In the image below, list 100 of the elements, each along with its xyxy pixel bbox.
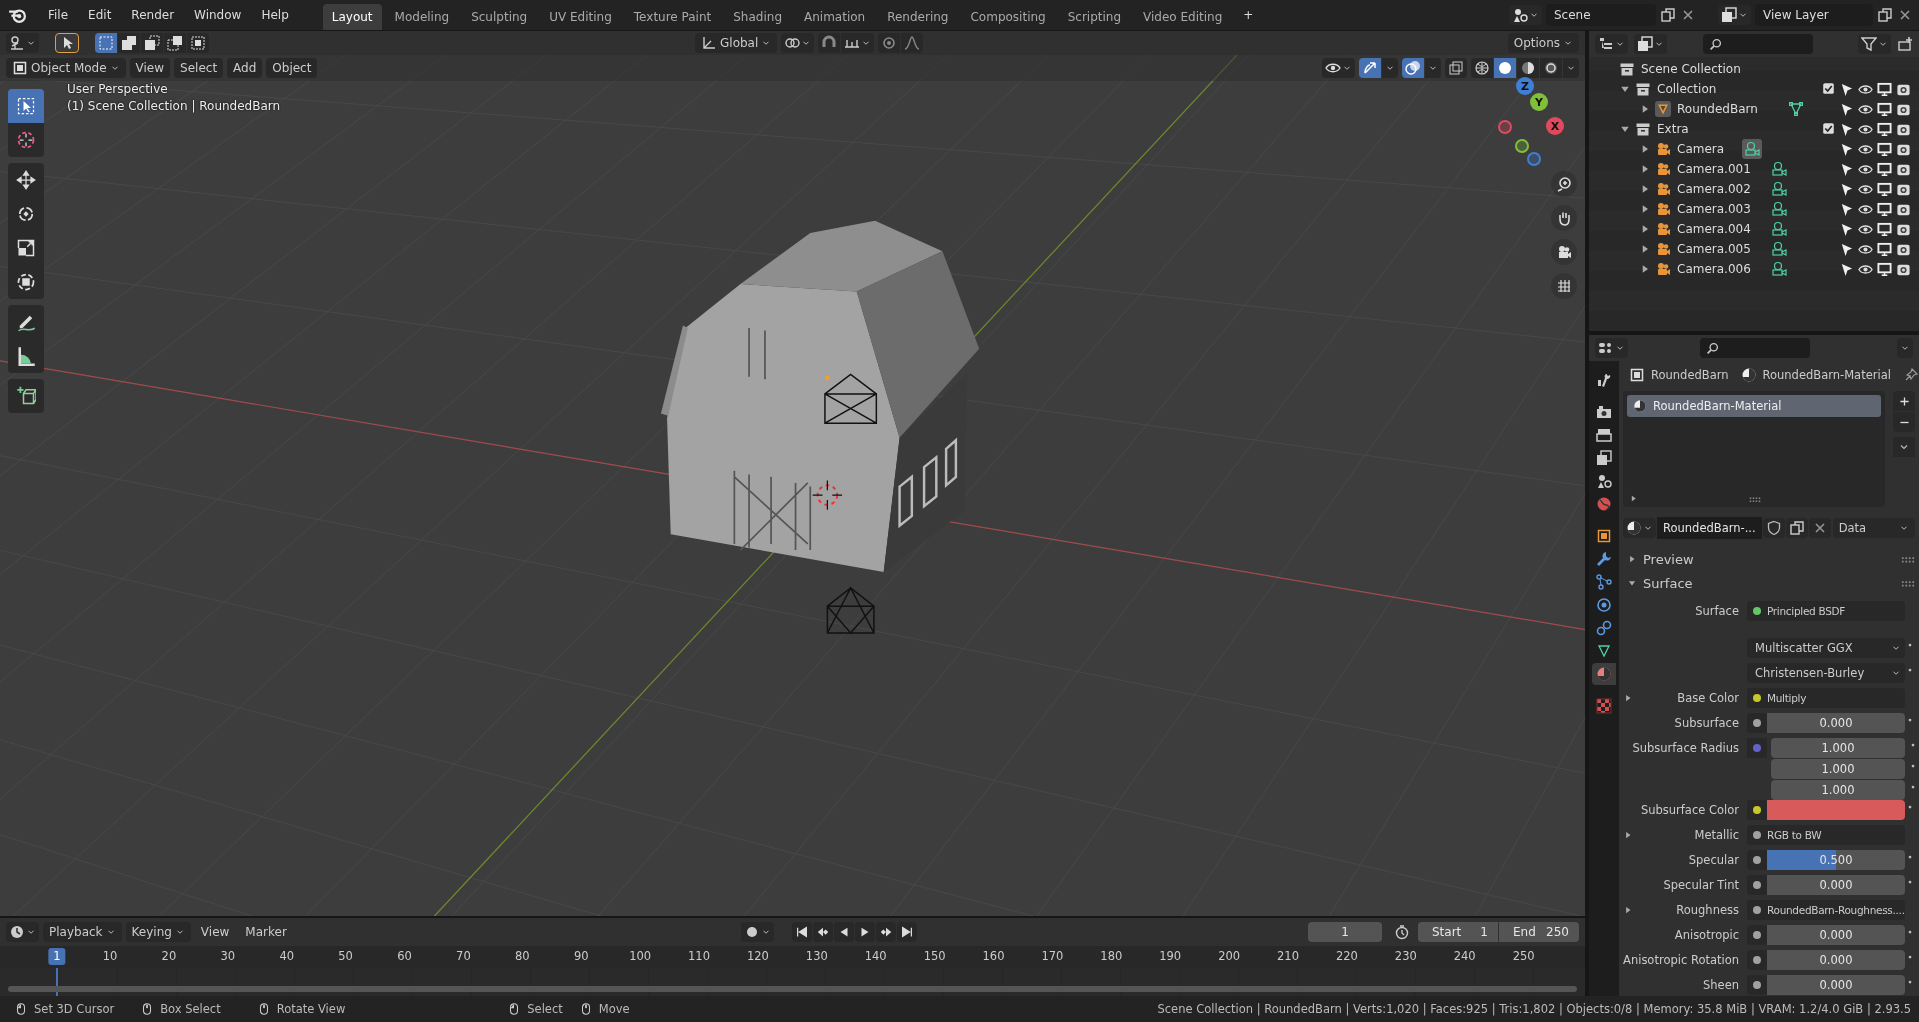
menu-item[interactable]: Add (227, 58, 263, 78)
menu-item[interactable]: Object (266, 58, 318, 78)
node-link-field[interactable]: RGB to BW (1747, 825, 1905, 845)
start-frame-field[interactable]: Start 1 (1418, 922, 1498, 942)
viewport-info-text: User Perspective (67, 82, 168, 96)
frame-number: 50 (338, 949, 353, 963)
frame-number: 100 (629, 949, 652, 963)
dropdown[interactable]: Multiscatter GGX (1747, 638, 1905, 658)
gizmo-axis-button[interactable]: X (1546, 117, 1564, 135)
menu-item[interactable]: View (194, 922, 236, 942)
scene-field[interactable]: Scene (1546, 4, 1656, 26)
add-workspace-button[interactable]: + (1235, 5, 1262, 25)
outliner-item[interactable]: Camera.001 (1677, 162, 1751, 176)
playhead[interactable]: 1 (48, 948, 66, 965)
menu-item[interactable]: Marker (239, 922, 293, 942)
breadcrumb-item[interactable]: RoundedBarn (1651, 368, 1729, 382)
node-link-field[interactable]: Multiply (1747, 688, 1905, 708)
menu-item[interactable]: Select (174, 58, 224, 78)
menu-item[interactable]: Render (123, 5, 183, 25)
gizmo-axis-button[interactable]: Y (1530, 93, 1548, 111)
status-hint: Select (527, 1002, 563, 1016)
menu-dropdown[interactable]: Playback (43, 922, 122, 942)
outliner-item[interactable]: Collection (1657, 82, 1717, 96)
panel-title[interactable]: Preview (1643, 551, 1694, 567)
frame-number: 230 (1394, 949, 1417, 963)
property-label: Roughness (1676, 902, 1739, 919)
frame-number: 30 (220, 949, 236, 963)
frame-number: 170 (1041, 949, 1064, 963)
property-label: Subsurface Color (1640, 802, 1739, 819)
outliner-item[interactable]: Camera.003 (1677, 202, 1751, 216)
outliner-item[interactable]: Camera.004 (1677, 222, 1751, 236)
outliner-item[interactable]: Extra (1657, 122, 1689, 136)
end-frame-field[interactable]: End 250 (1499, 922, 1579, 942)
frame-number: 60 (397, 949, 412, 963)
menu-dropdown[interactable]: Keying (125, 922, 191, 942)
panel-title[interactable]: Surface (1643, 575, 1693, 591)
field-value: 1.000 (1821, 783, 1855, 797)
workspace-tab[interactable]: Scripting (1058, 4, 1131, 30)
frame-number: 10 (102, 949, 118, 963)
scene-statistics: Scene Collection | RoundedBarn | Verts:1,020 | Faces:925 | Tris:1,802 | Objects:0/8 | Memory: 35.8 MiB | VRAM: 1.2/4.0 GiB | 2.93.5 (1157, 1002, 1911, 1016)
material-name-field[interactable]: RoundedBarn-... (1657, 517, 1762, 539)
frame-number: 20 (161, 949, 177, 963)
frame-number: 240 (1453, 949, 1476, 963)
property-label: Specular (1688, 852, 1739, 869)
property-label: Surface (1695, 603, 1739, 620)
workspace-tab[interactable]: Texture Paint (624, 4, 721, 30)
frame-number: 220 (1335, 949, 1358, 963)
property-label: Anisotropic Rotation (1623, 952, 1739, 969)
workspace-tab[interactable]: Compositing (961, 4, 1055, 30)
node-link-field[interactable]: Principled BSDF (1747, 601, 1905, 621)
frame-number: 110 (688, 949, 710, 963)
field-value: 1.000 (1821, 741, 1855, 755)
view-layer-field[interactable]: View Layer (1755, 4, 1873, 26)
property-label: Sheen (1702, 977, 1739, 994)
number-field[interactable]: 1.000 (1771, 738, 1905, 758)
outliner-item[interactable]: Camera.002 (1677, 182, 1751, 196)
orientation-dropdown[interactable]: Global (695, 33, 778, 53)
outliner-item[interactable]: Scene Collection (1641, 62, 1741, 76)
material-slot[interactable]: RoundedBarn-Material (1627, 395, 1881, 417)
outliner-item[interactable]: RoundedBarn (1677, 102, 1758, 116)
property-label: Specular Tint (1663, 877, 1739, 894)
outliner-item[interactable]: Camera.006 (1677, 262, 1751, 276)
frame-number: 250 (1512, 949, 1535, 963)
workspace-tab[interactable]: Shading (724, 4, 791, 30)
number-field[interactable]: 1.000 (1771, 759, 1905, 779)
outliner-item[interactable]: Camera.005 (1677, 242, 1751, 256)
status-hint: Set 3D Cursor (34, 1002, 115, 1016)
frame-number: 190 (1159, 949, 1182, 963)
workspace-tab[interactable]: Video Editing (1134, 4, 1232, 30)
frame-number: 40 (279, 949, 294, 963)
frame-number: 90 (573, 949, 589, 963)
workspace-tab[interactable]: Modeling (385, 4, 459, 30)
link-dropdown[interactable]: Data (1832, 518, 1915, 538)
workspace-tab[interactable]: Sculpting (462, 4, 537, 30)
menu-item[interactable]: View (129, 58, 171, 78)
workspace-tab[interactable]: Animation (795, 4, 875, 30)
field-value: 1.000 (1821, 762, 1855, 776)
outliner-item[interactable]: Camera (1677, 142, 1725, 156)
options-dropdown[interactable]: Options (1507, 33, 1579, 53)
frame-number: 180 (1100, 949, 1123, 963)
frame-number: 120 (746, 949, 769, 963)
menu-item[interactable]: File (40, 5, 77, 25)
menu-item[interactable]: Edit (80, 5, 120, 25)
menu-item[interactable]: Window (186, 5, 250, 25)
workspace-tab[interactable]: UV Editing (540, 4, 621, 30)
dropdown[interactable]: Christensen-Burley (1747, 663, 1905, 683)
gizmo-axis-button[interactable]: Z (1516, 77, 1534, 95)
workspace-tab[interactable]: Rendering (878, 4, 958, 30)
frame-number: 80 (515, 949, 530, 963)
current-frame-field[interactable]: 1 (1308, 922, 1382, 942)
frame-number: 200 (1218, 949, 1241, 963)
menu-item[interactable]: Help (253, 5, 297, 25)
node-link-field[interactable]: RoundedBarn-Roughness.... (1747, 900, 1905, 920)
frame-number: 140 (864, 949, 887, 963)
mode-dropdown[interactable]: Object Mode (6, 58, 126, 78)
viewport-info-text: (1) Scene Collection | RoundedBarn (67, 99, 281, 113)
status-hint: Rotate View (276, 1002, 346, 1016)
breadcrumb-item[interactable]: RoundedBarn-Material (1762, 368, 1891, 382)
workspace-tab[interactable]: Layout (322, 4, 382, 30)
number-field[interactable]: 1.000 (1771, 780, 1905, 800)
